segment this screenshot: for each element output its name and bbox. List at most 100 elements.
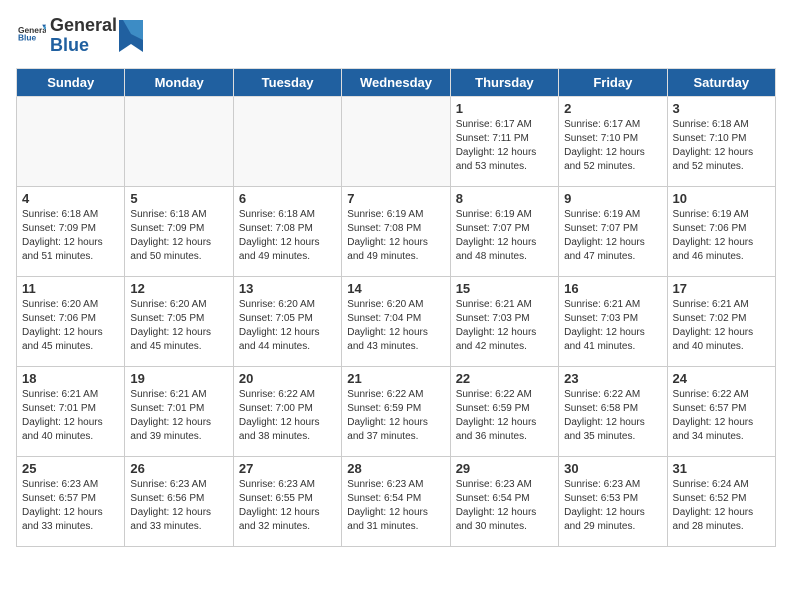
calendar-day-cell: 12 Sunrise: 6:20 AM Sunset: 7:05 PM Dayli…	[125, 276, 233, 366]
logo-general-text: General Blue	[16, 19, 46, 52]
day-number: 5	[130, 191, 227, 206]
day-number: 18	[22, 371, 119, 386]
day-info: Sunrise: 6:23 AM Sunset: 6:53 PM Dayligh…	[564, 478, 661, 534]
calendar-day-cell	[342, 96, 450, 186]
weekday-header: Saturday	[667, 68, 775, 96]
day-number: 3	[673, 101, 770, 116]
page-header: General Blue General Blue	[16, 16, 776, 56]
day-number: 19	[130, 371, 227, 386]
calendar-week-row: 11 Sunrise: 6:20 AM Sunset: 7:06 PM Dayli…	[17, 276, 776, 366]
day-info: Sunrise: 6:21 AM Sunset: 7:01 PM Dayligh…	[22, 388, 119, 444]
day-info: Sunrise: 6:19 AM Sunset: 7:08 PM Dayligh…	[347, 208, 444, 264]
weekday-header: Friday	[559, 68, 667, 96]
calendar-day-cell: 23Sunrise: 6:22 AM Sunset: 6:58 PM Dayli…	[559, 366, 667, 456]
calendar-day-cell: 21Sunrise: 6:22 AM Sunset: 6:59 PM Dayli…	[342, 366, 450, 456]
calendar-table: SundayMondayTuesdayWednesdayThursdayFrid…	[16, 68, 776, 547]
day-number: 29	[456, 461, 553, 476]
weekday-header: Thursday	[450, 68, 558, 96]
day-info: Sunrise: 6:17 AM Sunset: 7:11 PM Dayligh…	[456, 118, 553, 174]
day-info: Sunrise: 6:21 AM Sunset: 7:01 PM Dayligh…	[130, 388, 227, 444]
calendar-day-cell: 24Sunrise: 6:22 AM Sunset: 6:57 PM Dayli…	[667, 366, 775, 456]
calendar-day-cell: 22 Sunrise: 6:22 AM Sunset: 6:59 PM Dayli…	[450, 366, 558, 456]
day-number: 8	[456, 191, 553, 206]
calendar-day-cell	[125, 96, 233, 186]
logo-general: General	[50, 16, 117, 36]
day-number: 14	[347, 281, 444, 296]
calendar-day-cell: 1Sunrise: 6:17 AM Sunset: 7:11 PM Daylig…	[450, 96, 558, 186]
calendar-week-row: 4 Sunrise: 6:18 AM Sunset: 7:09 PM Daylig…	[17, 186, 776, 276]
day-info: Sunrise: 6:18 AM Sunset: 7:09 PM Dayligh…	[130, 208, 227, 264]
weekday-header: Wednesday	[342, 68, 450, 96]
day-info: Sunrise: 6:20 AM Sunset: 7:05 PM Dayligh…	[239, 298, 336, 354]
day-number: 7	[347, 191, 444, 206]
weekday-header: Sunday	[17, 68, 125, 96]
day-number: 2	[564, 101, 661, 116]
calendar-day-cell: 7 Sunrise: 6:19 AM Sunset: 7:08 PM Daylig…	[342, 186, 450, 276]
day-number: 11	[22, 281, 119, 296]
day-info: Sunrise: 6:21 AM Sunset: 7:03 PM Dayligh…	[456, 298, 553, 354]
weekday-header-row: SundayMondayTuesdayWednesdayThursdayFrid…	[17, 68, 776, 96]
calendar-day-cell: 19 Sunrise: 6:21 AM Sunset: 7:01 PM Dayli…	[125, 366, 233, 456]
day-info: Sunrise: 6:22 AM Sunset: 6:57 PM Dayligh…	[673, 388, 770, 444]
day-info: Sunrise: 6:23 AM Sunset: 6:56 PM Dayligh…	[130, 478, 227, 534]
calendar-day-cell: 26 Sunrise: 6:23 AM Sunset: 6:56 PM Dayli…	[125, 456, 233, 546]
calendar-day-cell: 25Sunrise: 6:23 AM Sunset: 6:57 PM Dayli…	[17, 456, 125, 546]
day-number: 20	[239, 371, 336, 386]
day-info: Sunrise: 6:22 AM Sunset: 6:59 PM Dayligh…	[456, 388, 553, 444]
calendar-day-cell: 2 Sunrise: 6:17 AM Sunset: 7:10 PM Daylig…	[559, 96, 667, 186]
day-number: 28	[347, 461, 444, 476]
calendar-day-cell: 10Sunrise: 6:19 AM Sunset: 7:06 PM Dayli…	[667, 186, 775, 276]
calendar-week-row: 18 Sunrise: 6:21 AM Sunset: 7:01 PM Dayli…	[17, 366, 776, 456]
day-info: Sunrise: 6:19 AM Sunset: 7:07 PM Dayligh…	[456, 208, 553, 264]
day-info: Sunrise: 6:20 AM Sunset: 7:06 PM Dayligh…	[22, 298, 119, 354]
calendar-day-cell: 16 Sunrise: 6:21 AM Sunset: 7:03 PM Dayli…	[559, 276, 667, 366]
day-info: Sunrise: 6:18 AM Sunset: 7:09 PM Dayligh…	[22, 208, 119, 264]
day-info: Sunrise: 6:17 AM Sunset: 7:10 PM Dayligh…	[564, 118, 661, 174]
day-number: 31	[673, 461, 770, 476]
day-info: Sunrise: 6:22 AM Sunset: 7:00 PM Dayligh…	[239, 388, 336, 444]
calendar-day-cell: 18 Sunrise: 6:21 AM Sunset: 7:01 PM Dayli…	[17, 366, 125, 456]
day-info: Sunrise: 6:18 AM Sunset: 7:10 PM Dayligh…	[673, 118, 770, 174]
day-info: Sunrise: 6:21 AM Sunset: 7:03 PM Dayligh…	[564, 298, 661, 354]
logo-blue: Blue	[50, 36, 117, 56]
svg-text:Blue: Blue	[18, 33, 36, 43]
calendar-day-cell: 29Sunrise: 6:23 AM Sunset: 6:54 PM Dayli…	[450, 456, 558, 546]
weekday-header: Tuesday	[233, 68, 341, 96]
day-info: Sunrise: 6:23 AM Sunset: 6:54 PM Dayligh…	[347, 478, 444, 534]
day-info: Sunrise: 6:20 AM Sunset: 7:05 PM Dayligh…	[130, 298, 227, 354]
calendar-day-cell: 6Sunrise: 6:18 AM Sunset: 7:08 PM Daylig…	[233, 186, 341, 276]
calendar-day-cell: 17Sunrise: 6:21 AM Sunset: 7:02 PM Dayli…	[667, 276, 775, 366]
day-info: Sunrise: 6:20 AM Sunset: 7:04 PM Dayligh…	[347, 298, 444, 354]
weekday-header: Monday	[125, 68, 233, 96]
calendar-day-cell: 27Sunrise: 6:23 AM Sunset: 6:55 PM Dayli…	[233, 456, 341, 546]
day-number: 16	[564, 281, 661, 296]
day-number: 22	[456, 371, 553, 386]
calendar-day-cell: 13 Sunrise: 6:20 AM Sunset: 7:05 PM Dayli…	[233, 276, 341, 366]
day-number: 30	[564, 461, 661, 476]
day-number: 12	[130, 281, 227, 296]
calendar-day-cell: 5 Sunrise: 6:18 AM Sunset: 7:09 PM Daylig…	[125, 186, 233, 276]
day-number: 17	[673, 281, 770, 296]
day-number: 15	[456, 281, 553, 296]
day-number: 9	[564, 191, 661, 206]
calendar-day-cell: 8 Sunrise: 6:19 AM Sunset: 7:07 PM Daylig…	[450, 186, 558, 276]
day-number: 4	[22, 191, 119, 206]
day-number: 13	[239, 281, 336, 296]
logo: General Blue General Blue	[16, 16, 143, 56]
calendar-day-cell: 28 Sunrise: 6:23 AM Sunset: 6:54 PM Dayli…	[342, 456, 450, 546]
day-number: 10	[673, 191, 770, 206]
calendar-day-cell	[17, 96, 125, 186]
day-info: Sunrise: 6:23 AM Sunset: 6:55 PM Dayligh…	[239, 478, 336, 534]
calendar-day-cell: 31Sunrise: 6:24 AM Sunset: 6:52 PM Dayli…	[667, 456, 775, 546]
day-number: 26	[130, 461, 227, 476]
day-info: Sunrise: 6:19 AM Sunset: 7:07 PM Dayligh…	[564, 208, 661, 264]
calendar-week-row: 25Sunrise: 6:23 AM Sunset: 6:57 PM Dayli…	[17, 456, 776, 546]
calendar-day-cell: 9 Sunrise: 6:19 AM Sunset: 7:07 PM Daylig…	[559, 186, 667, 276]
day-info: Sunrise: 6:22 AM Sunset: 6:58 PM Dayligh…	[564, 388, 661, 444]
day-number: 6	[239, 191, 336, 206]
calendar-day-cell: 30 Sunrise: 6:23 AM Sunset: 6:53 PM Dayli…	[559, 456, 667, 546]
calendar-day-cell: 4 Sunrise: 6:18 AM Sunset: 7:09 PM Daylig…	[17, 186, 125, 276]
calendar-day-cell	[233, 96, 341, 186]
calendar-day-cell: 11 Sunrise: 6:20 AM Sunset: 7:06 PM Dayli…	[17, 276, 125, 366]
calendar-day-cell: 14 Sunrise: 6:20 AM Sunset: 7:04 PM Dayli…	[342, 276, 450, 366]
